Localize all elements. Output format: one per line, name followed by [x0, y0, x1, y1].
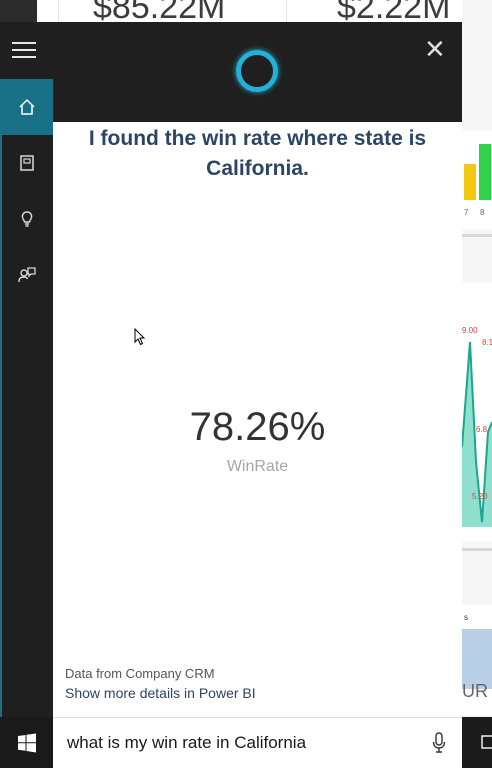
cortana-answer-panel: I found the win rate where state is Cali… [53, 122, 462, 717]
notebook-icon [19, 155, 34, 171]
mouse-cursor-icon [134, 328, 146, 346]
cortana-search-box[interactable]: what is my win rate in California [53, 717, 462, 768]
close-icon[interactable]: ✕ [424, 36, 446, 62]
hamburger-menu-icon[interactable] [12, 42, 38, 60]
background-tick: 8 [480, 208, 485, 217]
background-card-text: s [464, 613, 468, 622]
background-chart-label: 6.8 [476, 425, 488, 434]
answer-title: I found the win rate where state is Cali… [88, 127, 427, 180]
microphone-icon[interactable] [431, 731, 447, 755]
kpi-label: WinRate [226, 458, 289, 475]
background-chart-label: 8.1 [482, 338, 492, 347]
feedback-icon [17, 267, 36, 283]
nav-tips[interactable] [0, 191, 53, 247]
background-line-card: 9.00 8.1 6.8 5.20 [462, 282, 492, 542]
task-view-button[interactable] [462, 717, 492, 768]
show-more-details-link[interactable]: Show more details in Power BI [65, 685, 256, 701]
nav-notebook[interactable] [0, 135, 53, 191]
background-line-chart [462, 341, 492, 527]
start-button[interactable] [0, 717, 53, 768]
background-tile: $85.22M [58, 0, 283, 26]
home-icon [18, 98, 35, 115]
rail-accent-edge [0, 79, 2, 717]
background-dashboard-right: 7 8 9.00 8.1 6.8 5.20 s UR [462, 0, 492, 768]
background-map-text: UR [462, 681, 488, 701]
background-chart-label: 5.20 [472, 492, 488, 501]
background-divider [462, 234, 492, 237]
kpi-value[interactable]: 78.26% [53, 405, 462, 450]
windows-logo-icon [17, 733, 36, 752]
background-tile: $2.22M [286, 0, 466, 26]
background-bar [479, 144, 491, 200]
lightbulb-icon [21, 211, 32, 227]
background-map [462, 629, 492, 689]
background-bar-card: 7 8 [462, 130, 492, 230]
search-query-text[interactable]: what is my win rate in California [67, 733, 306, 753]
background-bar [464, 164, 476, 200]
nav-home[interactable] [0, 79, 53, 135]
background-map-card: s UR [462, 605, 492, 715]
nav-feedback[interactable] [0, 247, 53, 303]
task-view-icon [481, 735, 492, 749]
background-tick: 7 [464, 208, 469, 217]
cortana-header: ✕ [0, 22, 462, 122]
cortana-logo-icon [236, 50, 278, 92]
cortana-nav-rail [0, 79, 53, 717]
background-app-edge [0, 0, 37, 22]
background-chart-label: 9.00 [462, 326, 478, 335]
background-divider [462, 548, 492, 551]
data-source-text: Data from Company CRM [65, 666, 215, 681]
